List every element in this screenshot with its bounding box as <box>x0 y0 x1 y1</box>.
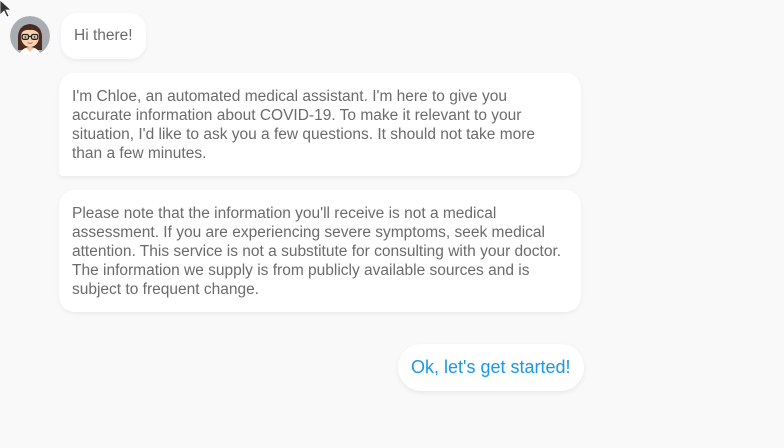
assistant-message-intro: I'm Chloe, an automated medical assistan… <box>59 73 581 176</box>
assistant-message-disclaimer: Please note that the information you'll … <box>59 190 581 312</box>
chat-page: Hi there! I'm Chloe, an automated medica… <box>0 0 784 448</box>
assistant-avatar <box>10 16 50 56</box>
assistant-message-greeting: Hi there! <box>61 13 146 59</box>
get-started-button[interactable]: Ok, let's get started! <box>398 344 584 391</box>
mouse-pointer-icon <box>0 0 12 18</box>
woman-with-glasses-avatar-icon <box>10 16 50 56</box>
